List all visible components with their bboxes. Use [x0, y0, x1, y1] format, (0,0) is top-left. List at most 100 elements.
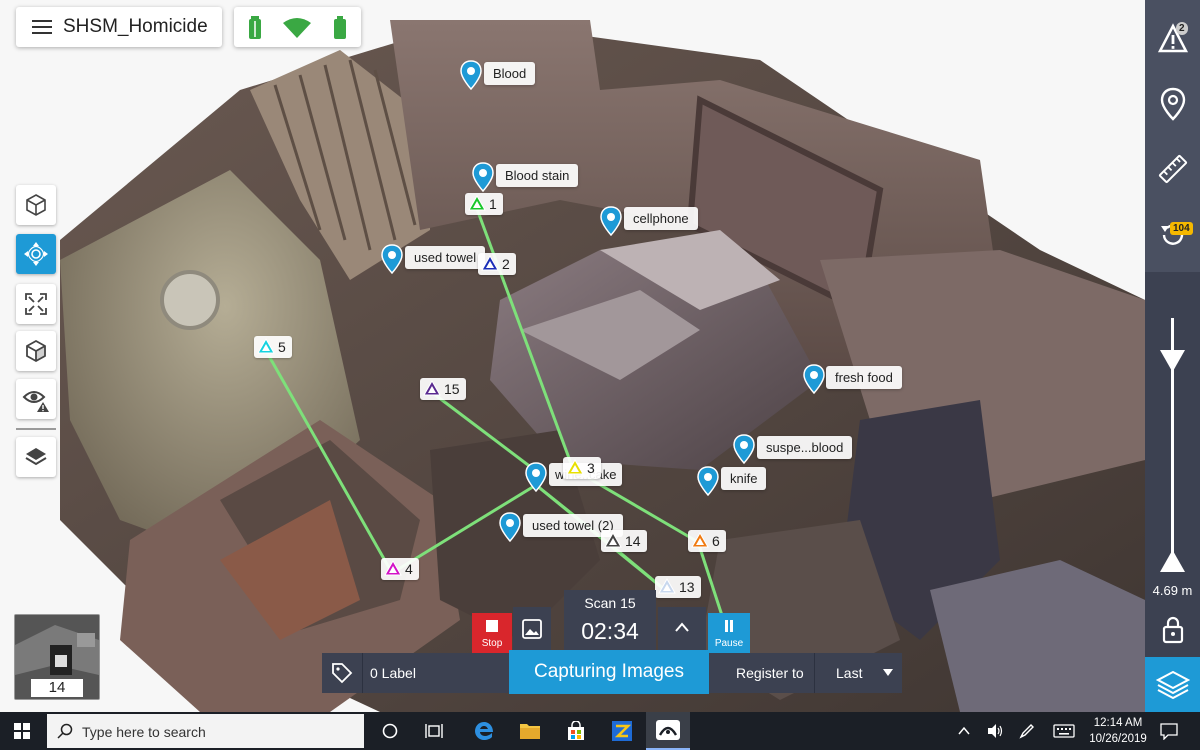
wifi-icon — [283, 18, 311, 38]
scan-point-5[interactable]: 5 — [254, 336, 292, 358]
lock-button[interactable] — [1145, 602, 1200, 656]
hamburger-menu-icon[interactable] — [32, 19, 52, 35]
toolbar-divider — [16, 428, 56, 430]
scan-point-3[interactable]: 3 — [563, 457, 601, 479]
box-view-button[interactable] — [16, 331, 56, 371]
scan-triangle-icon — [658, 578, 676, 594]
add-marker-button[interactable] — [1145, 77, 1200, 131]
battery-icon — [334, 16, 346, 39]
marker-label: suspe...blood — [757, 436, 853, 459]
scan-point-number: 5 — [278, 339, 286, 355]
device-battery-icon — [249, 16, 261, 39]
visibility-warning-icon — [22, 391, 49, 412]
3d-view-icon — [26, 194, 46, 216]
cortana-button[interactable] — [368, 712, 412, 750]
project-title: SHSM_Homicide — [63, 16, 208, 37]
scan-point-number: 4 — [405, 561, 413, 577]
marker-label: cellphone — [624, 207, 698, 230]
register-select[interactable]: Last — [836, 665, 862, 681]
pen-icon[interactable] — [1019, 723, 1035, 739]
taskbar-search[interactable]: Type here to search — [47, 714, 364, 748]
pause-label: Pause — [714, 638, 744, 649]
fit-view-button[interactable] — [16, 284, 56, 324]
3d-view-button[interactable] — [16, 185, 56, 225]
task-view-icon — [425, 724, 443, 738]
location-pin-icon — [1160, 87, 1185, 121]
label-tag-button[interactable] — [322, 653, 363, 693]
edge-browser-icon — [475, 722, 493, 740]
task-view-button[interactable] — [412, 712, 456, 750]
windows-logo-icon — [14, 723, 30, 739]
range-value: 4.69 m — [1152, 583, 1193, 598]
scan-triangle-icon — [384, 560, 402, 576]
store-bag-icon — [568, 721, 584, 740]
visibility-button[interactable] — [16, 379, 56, 419]
system-clock[interactable]: 12:14 AM 10/26/2019 — [1089, 715, 1147, 747]
view-mode-button[interactable] — [1145, 657, 1200, 712]
history-button[interactable]: 104 — [1145, 208, 1200, 262]
stop-button[interactable]: Stop — [472, 613, 512, 653]
measure-button[interactable] — [1145, 142, 1200, 196]
history-badge: 104 — [1170, 222, 1193, 235]
layers-button[interactable] — [16, 437, 56, 477]
chevron-up-icon — [675, 622, 689, 632]
location-pin-icon — [697, 466, 719, 496]
scan-triangle-icon — [468, 195, 486, 211]
scan-point-number: 15 — [444, 381, 460, 397]
marker-label: knife — [721, 467, 767, 490]
range-slider[interactable] — [1145, 310, 1200, 578]
windows-taskbar: Type here to search 12:14 AM 10/26/2019 — [0, 712, 1200, 750]
notification-icon[interactable] — [1160, 723, 1178, 740]
search-placeholder: Type here to search — [82, 724, 206, 740]
label-count: 0 Label — [370, 665, 416, 681]
caret-down-icon[interactable] — [882, 667, 894, 677]
capture-status-button[interactable]: Capturing Images — [509, 650, 709, 694]
location-pin-icon — [525, 462, 547, 492]
start-button[interactable] — [0, 712, 44, 750]
scan-point-13[interactable]: 13 — [655, 576, 701, 598]
marker-label: Blood stain — [496, 164, 579, 187]
location-pin-icon — [803, 364, 825, 394]
chevron-up-icon[interactable] — [958, 726, 970, 736]
scan-point-14[interactable]: 14 — [601, 530, 647, 552]
gallery-button[interactable] — [513, 607, 551, 653]
orbit-move-button[interactable] — [16, 234, 56, 274]
scan-point-number: 6 — [712, 533, 720, 549]
warnings-badge: 2 — [1176, 22, 1188, 35]
lock-icon — [1162, 616, 1183, 644]
scan-point-1[interactable]: 1 — [465, 193, 503, 215]
scan-triangle-icon — [257, 338, 275, 354]
scan-thumbnail[interactable]: 14 — [14, 614, 100, 700]
layers-icon — [25, 448, 47, 466]
slider-top-handle — [1160, 350, 1185, 372]
edge-button[interactable] — [462, 712, 506, 750]
volume-icon[interactable] — [987, 723, 1003, 739]
file-explorer-button[interactable] — [508, 712, 552, 750]
project-menu[interactable]: SHSM_Homicide — [16, 7, 222, 47]
scan-name: Scan 15 — [584, 595, 636, 611]
scan-app-button[interactable] — [600, 712, 644, 750]
keyboard-icon[interactable] — [1053, 724, 1075, 738]
pause-button[interactable]: Pause — [708, 613, 750, 653]
active-app-button[interactable] — [646, 712, 690, 750]
scan-point-6[interactable]: 6 — [688, 530, 726, 552]
search-icon — [57, 723, 73, 739]
folder-icon — [520, 724, 540, 739]
location-pin-icon — [600, 206, 622, 236]
warnings-button[interactable]: 2 — [1145, 12, 1200, 66]
cortana-circle-icon — [382, 723, 398, 739]
scan-point-number: 1 — [489, 196, 497, 212]
scan-point-number: 14 — [625, 533, 641, 549]
scan-triangle-icon — [691, 532, 709, 548]
location-pin-icon — [733, 434, 755, 464]
store-button[interactable] — [554, 712, 598, 750]
scan-point-4[interactable]: 4 — [381, 558, 419, 580]
scan-point-15[interactable]: 15 — [420, 378, 466, 400]
box-view-icon — [26, 339, 46, 363]
clock-time: 12:14 AM — [1093, 717, 1143, 729]
expand-button[interactable] — [658, 607, 706, 653]
tag-icon — [332, 663, 353, 684]
layers-3d-icon — [1155, 670, 1190, 699]
right-rail: 2 104 4.69 m — [1145, 0, 1200, 712]
scan-point-2[interactable]: 2 — [478, 253, 516, 275]
